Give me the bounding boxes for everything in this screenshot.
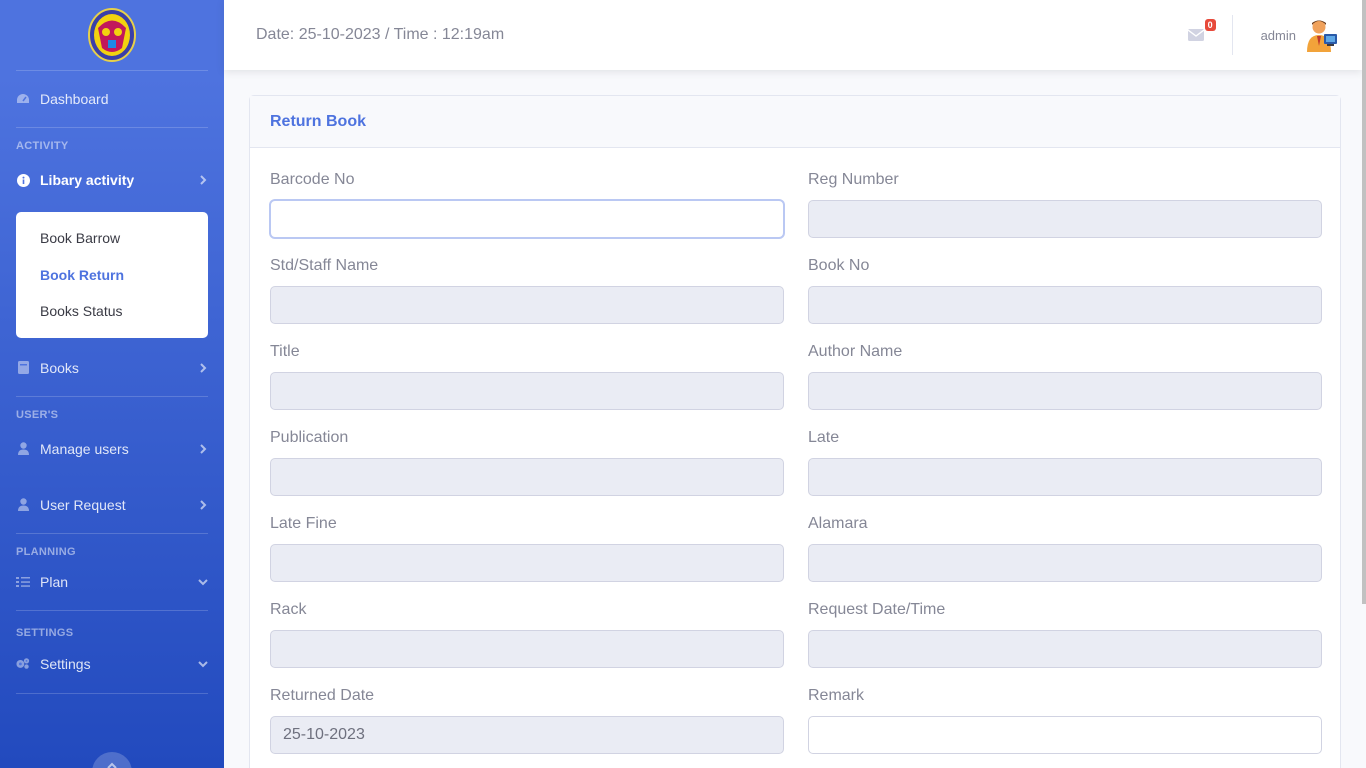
field-barcode-no: Barcode No	[270, 170, 784, 256]
avatar	[1307, 20, 1337, 52]
returned-date-input[interactable]	[270, 716, 784, 754]
field-book-no: Book No	[808, 256, 1322, 342]
sidebar-item-manage-users[interactable]: Manage users	[0, 421, 224, 477]
sidebar-item-books[interactable]: Books	[0, 340, 224, 396]
card-title: Return Book	[250, 96, 1340, 148]
chevron-right-icon	[200, 499, 207, 510]
user-icon	[16, 442, 30, 456]
field-label: Returned Date	[270, 687, 375, 704]
page-scrollbar[interactable]	[1362, 0, 1366, 604]
user-dropdown[interactable]: admin	[1261, 18, 1338, 52]
field-label: Author Name	[808, 343, 903, 360]
sidebar-item-label: Settings	[40, 655, 91, 672]
reg-number-input[interactable]	[808, 200, 1322, 238]
chevron-up-icon	[107, 762, 117, 768]
submenu-item-book-return[interactable]: Book Return	[16, 257, 208, 294]
field-reg-number: Reg Number	[808, 170, 1322, 256]
title-input[interactable]	[270, 372, 784, 410]
book-icon	[16, 361, 30, 375]
publication-input[interactable]	[270, 458, 784, 496]
chevron-right-icon	[200, 362, 207, 373]
request-datetime-input[interactable]	[808, 630, 1322, 668]
field-label: Book No	[808, 257, 870, 274]
user-name: admin	[1260, 27, 1296, 43]
sidebar-item-label: Manage users	[40, 440, 129, 457]
field-label: Remark	[808, 687, 865, 704]
messages-button[interactable]: 0	[1187, 19, 1216, 45]
field-label: Rack	[270, 601, 307, 618]
field-label: Std/Staff Name	[270, 257, 379, 274]
field-late: Late	[808, 428, 1322, 514]
field-label: Late Fine	[270, 515, 337, 532]
sidebar-item-label: Dashboard	[40, 91, 109, 107]
return-book-form: Barcode No Reg Number Std/Staff Name Boo…	[250, 148, 1340, 768]
info-circle-icon	[16, 173, 30, 187]
field-returned-date: Returned Date	[270, 686, 784, 768]
sidebar-heading-settings: SETTINGS	[16, 626, 74, 639]
messages-count-badge: 0	[1204, 19, 1216, 31]
late-input[interactable]	[808, 458, 1322, 496]
sidebar-item-label: Books	[40, 359, 79, 376]
topbar: Date: 25-10-2023 / Time : 12:19am 0 admi…	[224, 0, 1362, 70]
brand[interactable]	[0, 0, 224, 70]
logo-emblem-icon	[88, 8, 136, 62]
tachometer-icon	[16, 92, 30, 106]
cogs-icon	[16, 657, 30, 671]
sidebar-heading-users: USER'S	[16, 408, 59, 421]
field-label: Late	[808, 429, 840, 446]
topbar-divider	[1231, 15, 1233, 55]
sidebar-heading-planning: PLANNING	[16, 545, 76, 558]
chevron-down-icon	[198, 578, 208, 585]
libary-activity-submenu: Book Barrow Book Return Books Status	[16, 212, 208, 338]
sidebar-item-libary-activity[interactable]: Libary activity	[0, 152, 224, 208]
sidebar-item-dashboard[interactable]: Dashboard	[0, 71, 224, 127]
field-remark: Remark	[808, 686, 1322, 768]
chevron-down-icon	[198, 660, 208, 667]
barcode-no-input[interactable]	[270, 200, 784, 238]
field-late-fine: Late Fine	[270, 514, 784, 600]
remark-input[interactable]	[808, 716, 1322, 754]
field-publication: Publication	[270, 428, 784, 514]
field-title: Title	[270, 342, 784, 428]
rack-input[interactable]	[270, 630, 784, 668]
field-label: Barcode No	[270, 171, 355, 188]
return-book-card: Return Book Barcode No Reg Number Std/St…	[249, 95, 1341, 768]
user-icon	[16, 498, 30, 512]
alamara-input[interactable]	[808, 544, 1322, 582]
field-rack: Rack	[270, 600, 784, 686]
field-request-datetime: Request Date/Time	[808, 600, 1322, 686]
chevron-right-icon	[200, 175, 207, 185]
field-author-name: Author Name	[808, 342, 1322, 428]
sidebar-toggle-button[interactable]	[92, 752, 132, 768]
sidebar-item-user-request[interactable]: User Request	[0, 477, 224, 533]
author-name-input[interactable]	[808, 372, 1322, 410]
chevron-right-icon	[200, 443, 207, 454]
field-label: Alamara	[808, 515, 868, 532]
tasks-icon	[16, 575, 30, 589]
sidebar-heading-activity: ACTIVITY	[16, 140, 69, 152]
sidebar: Dashboard ACTIVITY Libary activity Book …	[0, 0, 224, 768]
date-time-display: Date: 25-10-2023 / Time : 12:19am	[256, 26, 505, 43]
sidebar-item-settings[interactable]: Settings	[0, 639, 224, 689]
field-label: Request Date/Time	[808, 601, 946, 618]
field-label: Reg Number	[808, 171, 899, 188]
field-staff-name: Std/Staff Name	[270, 256, 784, 342]
submenu-item-books-status[interactable]: Books Status	[16, 293, 208, 330]
sidebar-item-label: User Request	[40, 496, 126, 513]
sidebar-divider	[16, 692, 208, 694]
sidebar-item-plan[interactable]: Plan	[0, 558, 224, 606]
sidebar-item-label: Plan	[40, 573, 69, 590]
book-no-input[interactable]	[808, 286, 1322, 324]
envelope-icon	[1187, 29, 1204, 41]
late-fine-input[interactable]	[270, 544, 784, 582]
staff-name-input[interactable]	[270, 286, 784, 324]
field-label: Publication	[270, 429, 349, 446]
sidebar-item-label: Libary activity	[40, 172, 135, 188]
field-label: Title	[270, 343, 300, 360]
field-alamara: Alamara	[808, 514, 1322, 600]
submenu-item-book-barrow[interactable]: Book Barrow	[16, 220, 208, 257]
